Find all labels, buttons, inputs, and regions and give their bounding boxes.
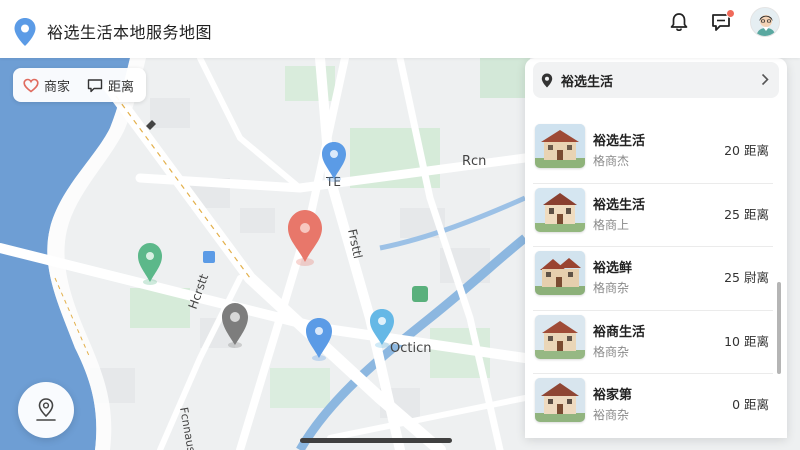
park-icon [412,286,428,302]
item-subtitle: 裕商杂 [593,408,630,422]
house-icon [535,314,585,359]
item-name: 裕选生活 [593,197,646,213]
item-distance: 0 距离 [732,397,769,412]
filter-distance-label: 距离 [108,79,135,95]
house-thumbnail [535,124,585,168]
house-thumbnail [535,187,585,232]
results-list: 裕选生活 格商杰 20 距离 裕选生活 格商上 25 距离 裕选鲜 格商杂 25… [525,120,787,438]
filter-bar: 商家 距离 [13,68,146,102]
location-pin-icon [541,73,553,87]
filter-distance-button[interactable]: 距离 [83,68,134,102]
item-subtitle: 格商杰 [593,154,630,168]
item-name: 裕商生活 [593,324,646,340]
user-avatar[interactable] [750,7,780,37]
filter-shop-label: 商家 [44,79,71,95]
bus-stop-icon [203,251,215,263]
results-panel: 裕选生活 裕选生活 格商杰 20 距离 裕选生活 格商上 25 距离 裕选鲜 格… [525,58,787,438]
comment-icon [87,78,103,92]
heart-icon [23,78,39,93]
app-header: 裕选生活本地服务地图 [0,0,800,58]
item-name: 裕选生活 [593,134,646,149]
chevron-right-icon [761,73,769,86]
list-item[interactable]: 裕商生活 格商杂 10 距离 [533,311,773,374]
road-label-rcn: Rcn [462,154,486,169]
item-name: 裕家第 [593,388,633,403]
house-icon [535,187,585,232]
item-distance: 25 距离 [724,206,769,222]
house-thumbnail [535,314,585,359]
home-indicator[interactable] [300,438,452,443]
panel-title: 裕选生活 [561,74,614,90]
notification-badge [726,9,735,18]
house-thumbnail [535,251,585,295]
filter-shop-button[interactable]: 商家 [13,68,83,102]
app-title: 裕选生活本地服务地图 [47,23,213,42]
item-subtitle: 格商杂 [593,344,630,359]
location-pin-icon [14,18,36,46]
house-icon [535,251,585,295]
list-item[interactable]: 裕选生活 格商杰 20 距离 [533,120,773,184]
item-distance: 20 距离 [724,143,769,158]
list-item[interactable]: 裕选生活 格商上 25 距离 [533,184,773,247]
panel-header[interactable]: 裕选生活 [533,62,779,98]
road-label-octicn: Octicn [390,341,431,356]
locate-button[interactable] [18,382,74,438]
list-item[interactable]: 裕选鲜 格商杂 25 尉离 [533,247,773,311]
item-subtitle: 格商杂 [593,281,630,295]
panel-scrollbar[interactable] [777,282,781,374]
house-icon [535,378,585,422]
house-thumbnail [535,378,585,422]
list-item[interactable]: 裕家第 裕商杂 0 距离 [533,374,773,438]
location-marker-icon [36,398,56,421]
house-icon [535,124,585,168]
avatar-face-icon [751,8,779,36]
item-distance: 10 距离 [724,333,769,349]
item-name: 裕选鲜 [593,261,633,276]
bell-icon[interactable] [668,11,690,33]
item-distance: 25 尉离 [724,270,769,285]
item-subtitle: 格商上 [593,217,630,232]
